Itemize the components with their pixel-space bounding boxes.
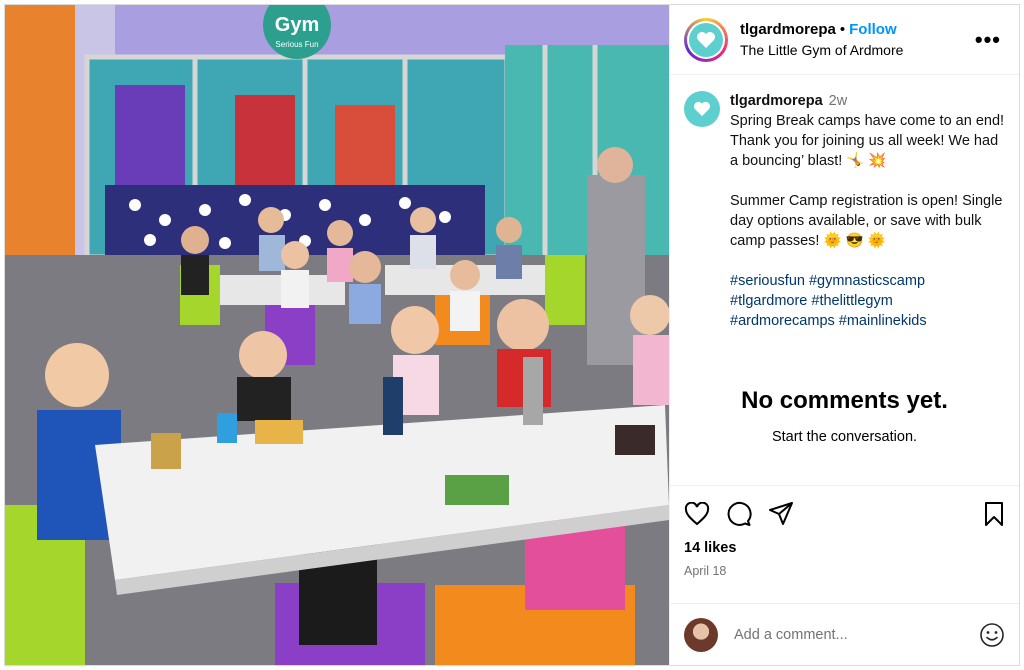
header-separator: •: [839, 20, 846, 38]
more-options-icon[interactable]: •••: [971, 28, 1005, 50]
avatar-inner: [687, 20, 725, 59]
header-line: tlgardmorepa • Follow: [740, 21, 971, 39]
likes-count[interactable]: 14 likes: [684, 540, 1005, 556]
post-header: tlgardmorepa • Follow The Little Gym of Ar…: [670, 5, 1019, 75]
header-subtitle[interactable]: The Little Gym of Ardmore: [740, 41, 971, 59]
sign-text: Gym: [275, 14, 319, 36]
caption-username[interactable]: tlgardmorepa: [730, 93, 823, 109]
heart-logo-icon: [689, 22, 723, 57]
hashtag-link[interactable]: #tlgardmore: [730, 293, 807, 309]
emoji-icon[interactable]: [979, 622, 1005, 648]
caption-avatar[interactable]: [684, 91, 720, 127]
empty-comments: No comments yet. Start the conversation.: [670, 387, 1019, 445]
photo-illustration: Gym Serious Fun: [5, 5, 669, 665]
hashtag-list: #seriousfun #gymnasticscamp #tlgardmore #t…: [730, 271, 1005, 331]
post-side-panel: tlgardmorepa • Follow The Little Gym of Ar…: [669, 5, 1019, 665]
follow-button[interactable]: Follow: [849, 21, 897, 38]
bookmark-icon[interactable]: [983, 501, 1005, 527]
post-actions: 14 likes April 18: [670, 485, 1019, 578]
caption-body: tlgardmorepa 2w Spring Break camps have c…: [730, 91, 1005, 331]
header-username[interactable]: tlgardmorepa: [740, 21, 836, 38]
post-photo[interactable]: Gym Serious Fun: [5, 5, 669, 665]
hashtag-link[interactable]: #gymnasticscamp: [809, 273, 925, 289]
hashtag-link[interactable]: #thelittlegym: [811, 293, 892, 309]
comment-input[interactable]: [732, 625, 979, 644]
empty-comments-subtitle: Start the conversation.: [771, 429, 918, 445]
profile-avatar[interactable]: [684, 17, 728, 62]
current-user-avatar: [684, 617, 718, 652]
caption-paragraph-2: Summer Camp registration is open! Single…: [730, 193, 1003, 249]
caption-time: 2w: [828, 93, 848, 109]
action-icons: [684, 500, 1005, 528]
caption-heart-logo-icon: [694, 101, 710, 117]
hashtag-link[interactable]: #seriousfun: [730, 273, 805, 289]
post-date: April 18: [684, 564, 727, 578]
sign-subtext: Serious Fun: [275, 40, 318, 49]
caption-paragraph-1: Spring Break camps have come to an end! …: [730, 113, 1005, 169]
post-dialog: Gym Serious Fun tlgardmorepa • Follow Th…: [4, 4, 1020, 666]
hashtag-link[interactable]: #mainlinekids: [839, 313, 927, 329]
comment-icon[interactable]: [726, 501, 752, 527]
empty-comments-title: No comments yet.: [741, 387, 948, 414]
heart-icon[interactable]: [684, 502, 710, 526]
header-text: tlgardmorepa • Follow The Little Gym of Ar…: [740, 21, 971, 59]
hashtag-link[interactable]: #ardmorecamps: [730, 313, 835, 329]
add-comment-bar: [670, 603, 1019, 665]
share-icon[interactable]: [768, 501, 794, 527]
caption: tlgardmorepa 2w Spring Break camps have c…: [670, 75, 1019, 331]
